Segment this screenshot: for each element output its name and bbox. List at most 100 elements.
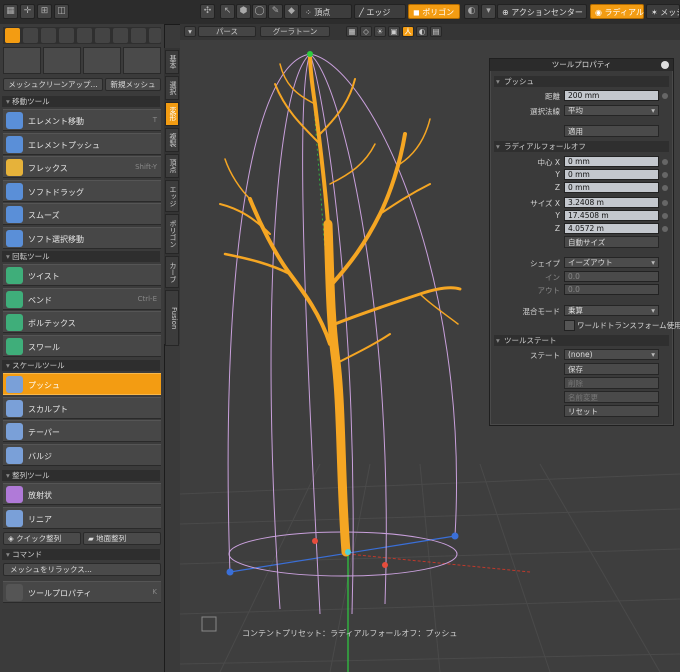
tool-state-section[interactable]: ツールステート (494, 335, 669, 346)
tool-align-0[interactable]: 放射状 (3, 483, 161, 505)
tool-scale-0[interactable]: プッシュ (3, 373, 161, 395)
options-toggle-icon[interactable]: ▤ (430, 26, 442, 37)
new-mesh-button[interactable]: 新規メッシュ (105, 78, 161, 91)
paint-select-icon[interactable]: ✎ (268, 4, 283, 19)
texture-toggle-icon[interactable]: ▣ (388, 26, 400, 37)
overlay-icon[interactable]: ◫ (54, 4, 69, 19)
primitive-sphere-button[interactable] (83, 47, 121, 74)
tab-icon-4[interactable] (59, 28, 74, 43)
section-command[interactable]: コマンド (2, 549, 160, 560)
vtab-7[interactable]: カーブ (165, 256, 179, 288)
world-transform-checkbox[interactable] (564, 320, 575, 331)
mode-dropdown-icon[interactable]: ▾ (481, 4, 496, 19)
reset-state-button[interactable]: リセット (564, 405, 659, 417)
section-scale-tools[interactable]: スケールツール (2, 360, 160, 371)
tool-align-1[interactable]: リニア (3, 506, 161, 529)
material-mode-icon[interactable]: ◐ (464, 4, 479, 19)
primitive-cylinder-button[interactable] (123, 47, 161, 74)
section-align-tools[interactable]: 整列ツール (2, 470, 160, 481)
distance-input[interactable]: 200 mm (564, 90, 659, 101)
save-state-button[interactable]: 保存 (564, 363, 659, 375)
center-y-anim-icon[interactable] (662, 172, 668, 178)
handle-center[interactable] (345, 549, 351, 555)
vtab-0[interactable]: 基本 (165, 50, 179, 74)
tab-icon-8[interactable] (131, 28, 146, 43)
action-center-button[interactable]: ⊕ アクションセンター (497, 4, 587, 19)
center-z-anim-icon[interactable] (662, 185, 668, 191)
radial-falloff-button[interactable]: ◉ ラディアル (590, 4, 644, 19)
tool-scale-3[interactable]: バルジ (3, 443, 161, 466)
refresh-icon[interactable] (149, 28, 161, 43)
tab-icon-6[interactable] (95, 28, 110, 43)
center-x-input[interactable]: 0 mm (564, 156, 659, 167)
distance-anim-icon[interactable] (662, 93, 668, 99)
tab-icon-5[interactable] (77, 28, 92, 43)
ground-align-button[interactable]: ▰ 地面整列 (83, 532, 161, 545)
handle-y-top[interactable] (307, 51, 313, 57)
tab-icon-7[interactable] (113, 28, 128, 43)
relax-mesh-button[interactable]: メッシュをリラックス... (3, 563, 161, 576)
size-z-anim-icon[interactable] (662, 226, 668, 232)
vtab-3[interactable]: 複製 (165, 128, 179, 152)
apply-button[interactable]: 適用 (564, 125, 659, 137)
center-icon[interactable]: ✛ (20, 4, 35, 19)
wire-toggle-icon[interactable]: ◇ (360, 26, 372, 37)
shading-button[interactable]: グーラトーン (260, 26, 330, 37)
transform-icon[interactable]: ✣ (200, 4, 215, 19)
size-x-anim-icon[interactable] (662, 200, 668, 206)
viewport-menu-icon[interactable]: ▾ (184, 26, 196, 37)
size-z-input[interactable]: 4.0572 m (564, 223, 659, 234)
primitive-cube-button[interactable] (3, 47, 41, 74)
center-y-input[interactable]: 0 mm (564, 169, 659, 180)
tool-move-1[interactable]: エレメントプッシュ (3, 132, 161, 155)
state-dropdown[interactable]: (none) (564, 349, 659, 360)
handle-z-pos[interactable] (382, 562, 388, 568)
user-toggle-icon[interactable]: 人 (402, 26, 414, 37)
size-y-anim-icon[interactable] (662, 213, 668, 219)
viewport-layout-icon[interactable]: ▦ (3, 4, 18, 19)
tool-move-0[interactable]: エレメント移動 T (3, 109, 161, 131)
tab-icon-3[interactable] (41, 28, 56, 43)
select-arrow-icon[interactable]: ↖ (220, 4, 235, 19)
normal-dropdown[interactable]: 平均 (564, 105, 659, 116)
transform-tab-icon[interactable] (23, 28, 38, 43)
primitive-plane-button[interactable] (43, 47, 81, 74)
tool-move-4[interactable]: スムーズ (3, 203, 161, 225)
vtab-5[interactable]: エッジ (165, 180, 179, 212)
delete-state-button[interactable]: 削除 (564, 377, 659, 389)
section-rotate-tools[interactable]: 回転ツール (2, 251, 160, 262)
blend-mode-dropdown[interactable]: 乗算 (564, 305, 659, 316)
camera-toggle-icon[interactable]: ◐ (416, 26, 428, 37)
mesh-cleanup-button[interactable]: メッシュクリーンアップ... (3, 78, 103, 91)
grid-icon[interactable]: ⊞ (37, 4, 52, 19)
edge-mode-button[interactable]: ╱ エッジ (354, 4, 406, 19)
out-input[interactable]: 0.0 (564, 284, 659, 295)
tool-rotate-0[interactable]: ツイスト (3, 264, 161, 286)
vtab-8[interactable]: Fusion (165, 290, 179, 346)
panel-close-icon[interactable] (661, 61, 669, 69)
center-x-anim-icon[interactable] (662, 159, 668, 165)
handle-x-neg[interactable] (226, 568, 234, 576)
model-tab-icon[interactable] (5, 28, 20, 43)
lasso-icon[interactable]: ◯ (252, 4, 267, 19)
auto-size-button[interactable]: 自動サイズ (564, 236, 659, 248)
mesh-button[interactable]: ✶ メッシュ (646, 4, 680, 19)
tool-scale-2[interactable]: テーパー (3, 420, 161, 442)
tool-move-2[interactable]: フレックス Shift-Y (3, 156, 161, 178)
vtab-2[interactable]: 変形 (165, 102, 179, 126)
polygon-mode-button[interactable]: ◼ ポリゴン (408, 4, 460, 19)
center-z-input[interactable]: 0 mm (564, 182, 659, 193)
quick-align-button[interactable]: ◈ クイック整列 (3, 532, 81, 545)
section-move-tools[interactable]: 移動ツール (2, 96, 160, 107)
tool-move-5[interactable]: ソフト選択移動 (3, 226, 161, 249)
tool-rotate-2[interactable]: ボルテックス (3, 311, 161, 333)
select-group-icon[interactable]: ⬢ (236, 4, 251, 19)
rename-state-button[interactable]: 名前変更 (564, 391, 659, 403)
handle-x-pos[interactable] (451, 532, 459, 540)
handle-z-neg[interactable] (312, 538, 318, 544)
tool-move-3[interactable]: ソフトドラッグ (3, 179, 161, 202)
grid-toggle-icon[interactable]: ▦ (346, 26, 358, 37)
tool-scale-1[interactable]: スカルプト (3, 396, 161, 419)
tool-rotate-1[interactable]: ベンド Ctrl-E (3, 287, 161, 310)
vtab-6[interactable]: ポリゴン (165, 214, 179, 254)
